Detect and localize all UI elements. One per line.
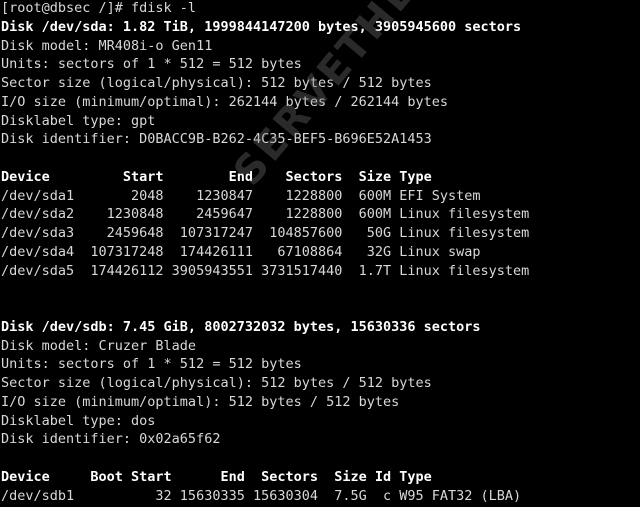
terminal-line: /dev/sda2 1230848 2459647 1228800 600M L… [1, 206, 530, 223]
terminal-line: /dev/sdb1 32 15630335 15630304 7.5G c W9… [1, 487, 522, 504]
terminal-line: /dev/sda5 174426112 3905943551 373151744… [1, 262, 530, 279]
terminal-line: Device Boot Start End Sectors Size Id Ty… [1, 468, 432, 485]
terminal-window[interactable]: [root@dbsec /]# fdisk -l Disk /dev/sda: 1… [0, 0, 640, 507]
terminal-line: Disk /dev/sda: 1.82 TiB, 1999844147200 b… [1, 18, 522, 35]
terminal-line: /dev/sda3 2459648 107317247 104857600 50… [1, 225, 530, 241]
terminal-line: Disk /dev/sdb: 7.45 GiB, 8002732032 byte… [1, 318, 481, 335]
terminal-line: Disk model: MR408i-o Gen11 [1, 37, 213, 54]
terminal-line: I/O size (minimum/optimal): 262144 bytes… [1, 93, 449, 110]
terminal-line: /dev/sda1 2048 1230847 1228800 600M EFI … [1, 187, 481, 204]
terminal-line: [root@dbsec /]# fdisk -l [1, 0, 197, 16]
terminal-line: Sector size (logical/physical): 512 byte… [1, 75, 432, 91]
terminal-line: Disk identifier: D0BACC9B-B262-4C35-BEF5… [1, 131, 432, 148]
terminal-line: /dev/sda4 107317248 174426111 67108864 3… [1, 243, 481, 260]
terminal-line: I/O size (minimum/optimal): 512 bytes / … [1, 393, 400, 410]
terminal-line: Disk model: Cruzer Blade [1, 337, 197, 354]
terminal-line: Disklabel type: gpt [1, 112, 156, 129]
terminal-line: Device Start End Sectors Size Type [1, 168, 432, 185]
terminal-line: Sector size (logical/physical): 512 byte… [1, 375, 432, 391]
terminal-line: Disk identifier: 0x02a65f62 [1, 431, 221, 448]
terminal-line: Units: sectors of 1 * 512 = 512 bytes [1, 356, 302, 373]
terminal-line: Units: sectors of 1 * 512 = 512 bytes [1, 56, 302, 73]
terminal-line: Disklabel type: dos [1, 412, 156, 429]
terminal-output: [root@dbsec /]# fdisk -l Disk /dev/sda: 1… [1, 0, 529, 507]
